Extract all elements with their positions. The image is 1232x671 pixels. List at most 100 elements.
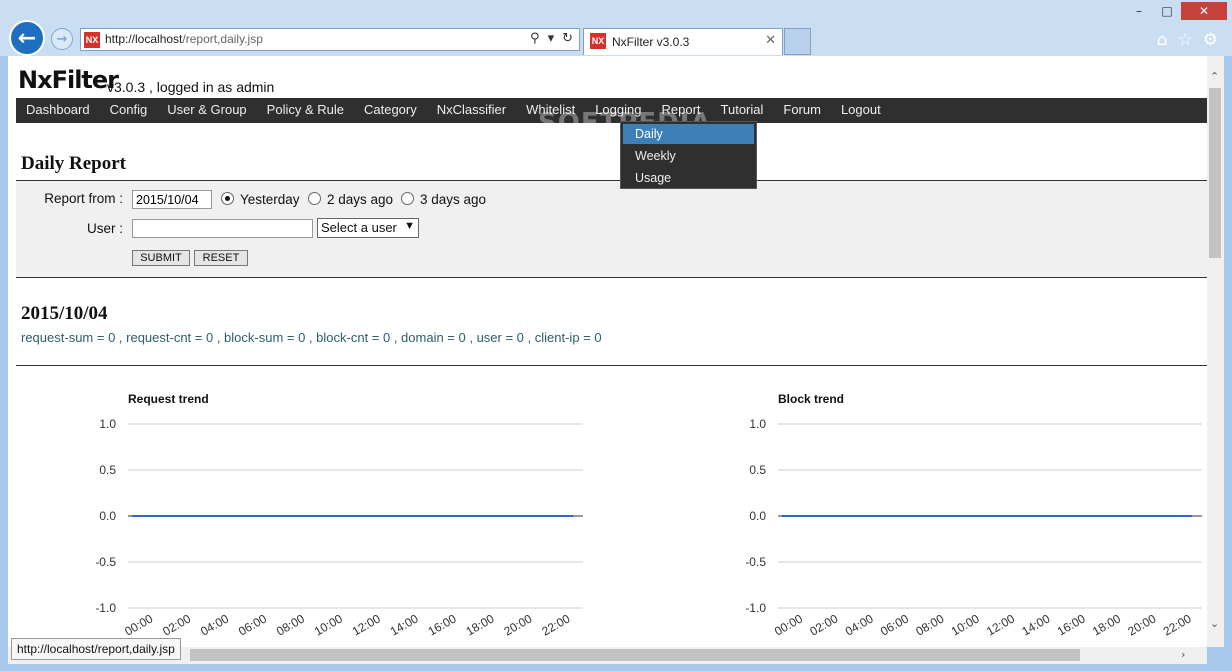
x-tick-label: 10:00	[949, 611, 982, 638]
maximize-button[interactable]: □	[1153, 2, 1181, 20]
url-host: http://localhost	[105, 32, 183, 46]
x-tick-label: 20:00	[501, 611, 534, 638]
status-bar-url: http://localhost/report,daily.jsp	[11, 638, 181, 660]
scroll-down-icon[interactable]: ⌄	[1210, 617, 1219, 630]
user-select-value: Select a user	[321, 220, 397, 235]
report-date-input[interactable]	[132, 190, 212, 209]
refresh-icon[interactable]: ↻	[562, 31, 573, 46]
report-dropdown-menu: Daily Weekly Usage	[620, 121, 757, 189]
scroll-up-icon[interactable]: ⌃	[1210, 70, 1219, 83]
x-tick-label: 00:00	[772, 611, 805, 638]
horizontal-scroll-thumb[interactable]	[190, 649, 1080, 661]
user-label: User :	[86, 221, 123, 236]
radio-3-days-ago[interactable]	[401, 192, 414, 205]
x-tick-label: 18:00	[1090, 611, 1123, 638]
request-trend-chart: Request trend 1.0 0.5 0.0 -0.5 -1.0 00:00 02:00…	[95, 392, 583, 639]
radio-yesterday-label: Yesterday	[240, 192, 300, 207]
x-tick-label: 12:00	[984, 611, 1017, 638]
nav-dashboard[interactable]: Dashboard	[16, 98, 100, 123]
nav-user-group[interactable]: User & Group	[157, 98, 256, 123]
user-input[interactable]	[132, 219, 313, 238]
report-date-heading: 2015/10/04	[21, 303, 108, 324]
nav-policy-rule[interactable]: Policy & Rule	[257, 98, 354, 123]
forward-button[interactable]: →	[51, 28, 73, 50]
menu-item-daily[interactable]: Daily	[623, 124, 754, 144]
minimize-button[interactable]: –	[1125, 2, 1153, 20]
radio-2-days-ago[interactable]	[308, 192, 321, 205]
submit-button[interactable]: SUBMIT	[132, 250, 190, 266]
x-tick-label: 02:00	[160, 611, 193, 638]
x-tick-label: 22:00	[1161, 611, 1194, 638]
close-window-button[interactable]: ✕	[1181, 2, 1227, 20]
nav-category[interactable]: Category	[354, 98, 427, 123]
x-tick-label: 06:00	[236, 611, 269, 638]
x-tick-label: 10:00	[312, 611, 345, 638]
radio-yesterday[interactable]	[221, 192, 234, 205]
nav-logout[interactable]: Logout	[831, 98, 891, 123]
user-select[interactable]: Select a user ▼	[317, 218, 419, 238]
chevron-down-icon[interactable]: ▾	[548, 31, 555, 46]
menu-item-weekly[interactable]: Weekly	[623, 146, 754, 166]
y-tick-label: 0.0	[749, 509, 766, 523]
nav-nxclassifier[interactable]: NxClassifier	[427, 98, 516, 123]
close-tab-icon[interactable]: ✕	[765, 33, 776, 48]
chart-title: Block trend	[778, 392, 844, 406]
page-title: Daily Report	[21, 153, 127, 174]
x-tick-label: 08:00	[274, 611, 307, 638]
vertical-scroll-thumb[interactable]	[1209, 88, 1221, 258]
search-icon[interactable]: ⚲	[530, 31, 540, 46]
y-tick-label: 0.0	[99, 509, 116, 523]
url-path: /report,daily.jsp	[182, 32, 263, 46]
x-tick-label: 00:00	[122, 611, 155, 638]
app-logo: NxFilter	[18, 66, 119, 94]
scroll-right-icon[interactable]: ›	[1181, 648, 1185, 661]
address-bar[interactable]: NX http://localhost/report,daily.jsp ⚲ ▾…	[80, 28, 580, 51]
y-tick-label: -1.0	[95, 601, 116, 615]
x-tick-label: 14:00	[1019, 611, 1052, 638]
nav-config[interactable]: Config	[100, 98, 158, 123]
report-stats: request-sum = 0 , request-cnt = 0 , bloc…	[21, 330, 602, 345]
radio-3-days-ago-label: 3 days ago	[420, 192, 487, 207]
block-trend-chart: Block trend 1.0 0.5 0.0 -0.5 -1.0 00:00 02:00 04…	[745, 392, 1202, 639]
x-tick-label: 22:00	[539, 611, 572, 638]
x-tick-label: 16:00	[426, 611, 459, 638]
x-tick-label: 12:00	[350, 611, 383, 638]
divider	[16, 365, 1207, 366]
home-icon[interactable]: ⌂	[1157, 30, 1168, 50]
nav-tutorial[interactable]: Tutorial	[711, 98, 774, 123]
star-icon[interactable]: ☆	[1178, 30, 1193, 50]
x-tick-label: 06:00	[878, 611, 911, 638]
y-tick-label: 1.0	[749, 417, 766, 431]
url-text[interactable]: http://localhost/report,daily.jsp	[105, 32, 263, 46]
y-tick-label: 1.0	[99, 417, 116, 431]
y-tick-label: 0.5	[749, 463, 766, 477]
new-tab-button[interactable]	[784, 28, 811, 55]
x-tick-label: 04:00	[198, 611, 231, 638]
y-tick-label: -0.5	[95, 555, 116, 569]
tab-title: NxFilter v3.0.3	[612, 35, 690, 49]
y-tick-label: -0.5	[745, 555, 766, 569]
x-tick-label: 02:00	[807, 611, 840, 638]
tab-favicon-icon: NX	[590, 33, 606, 49]
x-tick-label: 16:00	[1055, 611, 1088, 638]
version-info: v3.0.3 , logged in as admin	[107, 79, 275, 95]
site-favicon-icon: NX	[84, 32, 100, 48]
x-tick-label: 04:00	[843, 611, 876, 638]
gear-icon[interactable]: ⚙	[1203, 30, 1218, 50]
browser-tab[interactable]: NX NxFilter v3.0.3 ✕	[583, 28, 783, 55]
report-from-label: Report from :	[44, 191, 123, 206]
y-tick-label: 0.5	[99, 463, 116, 477]
x-tick-label: 08:00	[913, 611, 946, 638]
menu-item-usage[interactable]: Usage	[623, 168, 754, 188]
page-content: NxFilter v3.0.3 , logged in as admin Das…	[8, 56, 1207, 647]
nav-forum[interactable]: Forum	[773, 98, 831, 123]
x-tick-label: 18:00	[464, 611, 497, 638]
chart-title: Request trend	[128, 392, 209, 406]
x-tick-label: 20:00	[1125, 611, 1158, 638]
report-filter-form: Report from : Yesterday 2 days ago 3 day…	[16, 180, 1207, 278]
chevron-down-icon: ▼	[404, 220, 415, 232]
x-tick-label: 14:00	[388, 611, 421, 638]
radio-2-days-ago-label: 2 days ago	[327, 192, 394, 207]
back-button[interactable]: ←	[9, 20, 45, 56]
reset-button[interactable]: RESET	[194, 250, 248, 266]
